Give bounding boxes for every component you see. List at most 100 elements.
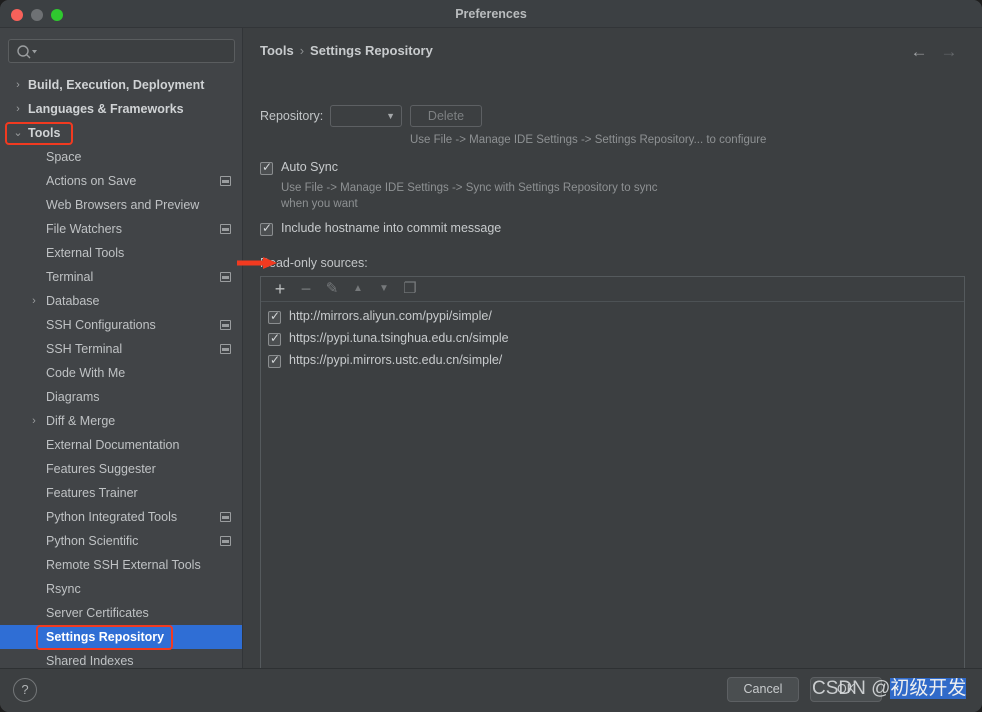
project-level-icon <box>220 536 231 546</box>
sidebar-item-label: Settings Repository <box>46 630 165 644</box>
settings-tree: › Build, Execution, Deployment › Languages … <box>0 73 242 668</box>
auto-sync-checkbox-row[interactable]: ✓ Auto Sync <box>260 160 660 178</box>
sidebar-item-remote-ssh-external-tools[interactable]: Remote SSH External Tools <box>0 553 242 577</box>
chevron-down-icon[interactable]: ⌄ <box>12 121 24 145</box>
source-checkbox[interactable]: ✓ <box>268 353 281 368</box>
sidebar-item-rsync[interactable]: Rsync <box>0 577 242 601</box>
sidebar-item-label: Server Certificates <box>46 606 149 620</box>
chevron-right-icon[interactable]: › <box>12 97 24 121</box>
sidebar-item-actions-on-save[interactable]: Actions on Save <box>0 169 242 193</box>
project-level-icon <box>220 176 231 186</box>
sidebar-item-server-certificates[interactable]: Server Certificates <box>0 601 242 625</box>
sidebar-item-features-suggester[interactable]: Features Suggester <box>0 457 242 481</box>
help-button[interactable]: ? <box>13 678 37 702</box>
sidebar-item-python-integrated-tools[interactable]: Python Integrated Tools <box>0 505 242 529</box>
sidebar-item-languages-frameworks[interactable]: › Languages & Frameworks <box>0 97 242 121</box>
project-level-icon <box>220 512 231 522</box>
sidebar-item-label: Terminal <box>46 270 94 284</box>
project-level-icon <box>220 272 231 282</box>
watermark: CSDN @初级开发 <box>812 673 967 700</box>
sidebar-item-diff-merge[interactable]: › Diff & Merge <box>0 409 242 433</box>
settings-detail-panel: Tools › Settings Repository ← → Repository… <box>244 28 982 681</box>
include-hostname-checkbox-row[interactable]: ✓ Include hostname into commit message <box>260 221 680 239</box>
auto-sync-hint: Use File -> Manage IDE Settings -> Sync … <box>281 182 658 210</box>
copy-button[interactable]: ❐ <box>397 277 423 301</box>
remove-button[interactable]: − <box>293 277 319 301</box>
source-checkbox[interactable]: ✓ <box>268 331 281 346</box>
check-icon: ✓ <box>270 331 281 345</box>
sidebar-item-database[interactable]: › Database <box>0 289 242 313</box>
sidebar-item-label: Database <box>46 294 100 308</box>
chevron-right-icon[interactable]: › <box>28 289 40 313</box>
search-input[interactable] <box>39 40 231 62</box>
auto-sync-checkbox[interactable]: ✓ <box>260 160 273 175</box>
sidebar-item-terminal[interactable]: Terminal <box>0 265 242 289</box>
settings-sidebar: › Build, Execution, Deployment › Languages … <box>0 28 243 668</box>
sidebar-item-web-browsers-and-preview[interactable]: Web Browsers and Preview <box>0 193 242 217</box>
read-only-sources-toolbar: + − ✎ ▲ ▼ ❐ <box>261 277 964 302</box>
sidebar-item-label: File Watchers <box>46 222 122 236</box>
check-icon: ✓ <box>262 160 273 174</box>
sidebar-item-settings-repository[interactable]: Settings Repository <box>0 625 242 649</box>
sidebar-item-label: Actions on Save <box>46 174 137 188</box>
breadcrumb-current: Settings Repository <box>310 43 433 58</box>
sidebar-item-label: Build, Execution, Deployment <box>28 78 205 92</box>
sidebar-item-label: Python Scientific <box>46 534 139 548</box>
search-icon <box>16 44 40 60</box>
delete-button[interactable]: Delete <box>410 105 482 127</box>
sidebar-item-space[interactable]: Space <box>0 145 242 169</box>
check-icon: ✓ <box>262 221 273 235</box>
include-hostname-checkbox[interactable]: ✓ <box>260 221 273 236</box>
edit-button[interactable]: ✎ <box>319 277 345 301</box>
sidebar-item-external-tools[interactable]: External Tools <box>0 241 242 265</box>
repository-select[interactable]: ▼ <box>330 105 402 127</box>
sidebar-item-ssh-terminal[interactable]: SSH Terminal <box>0 337 242 361</box>
project-level-icon <box>220 224 231 234</box>
sidebar-item-label: SSH Configurations <box>46 318 156 332</box>
navigation-arrows: ← → <box>908 42 966 62</box>
sidebar-item-ssh-configurations[interactable]: SSH Configurations <box>0 313 242 337</box>
sidebar-item-label: Code With Me <box>46 366 126 380</box>
sidebar-item-external-documentation[interactable]: External Documentation <box>0 433 242 457</box>
sidebar-item-features-trainer[interactable]: Features Trainer <box>0 481 242 505</box>
sidebar-item-label: External Documentation <box>46 438 180 452</box>
add-button[interactable]: + <box>267 277 293 301</box>
project-level-icon <box>220 344 231 354</box>
sidebar-item-code-with-me[interactable]: Code With Me <box>0 361 242 385</box>
sidebar-item-shared-indexes[interactable]: Shared Indexes <box>0 649 242 668</box>
source-checkbox[interactable]: ✓ <box>268 309 281 324</box>
source-url: https://pypi.tuna.tsinghua.edu.cn/simple <box>289 331 509 345</box>
sidebar-item-file-watchers[interactable]: File Watchers <box>0 217 242 241</box>
chevron-right-icon[interactable]: › <box>28 409 40 433</box>
breadcrumb: Tools › Settings Repository <box>260 43 433 58</box>
source-url: http://mirrors.aliyun.com/pypi/simple/ <box>289 309 492 323</box>
chevron-right-icon[interactable]: › <box>12 73 24 97</box>
breadcrumb-separator: › <box>299 43 305 58</box>
sidebar-item-label: Diagrams <box>46 390 100 404</box>
move-down-button[interactable]: ▼ <box>371 277 397 301</box>
check-icon: ✓ <box>270 353 281 367</box>
sidebar-item-python-scientific[interactable]: Python Scientific <box>0 529 242 553</box>
sidebar-item-tools[interactable]: ⌄ Tools <box>0 121 242 145</box>
check-icon: ✓ <box>270 309 281 323</box>
sidebar-item-label: Features Suggester <box>46 462 156 476</box>
sidebar-scrollbar[interactable] <box>238 28 242 668</box>
sidebar-item-diagrams[interactable]: Diagrams <box>0 385 242 409</box>
sidebar-item-label: Web Browsers and Preview <box>46 198 200 212</box>
search-box[interactable] <box>8 39 235 63</box>
sidebar-item-label: Features Trainer <box>46 486 138 500</box>
forward-arrow-icon[interactable]: → <box>938 42 960 62</box>
move-up-button[interactable]: ▲ <box>345 277 371 301</box>
repository-hint: Use File -> Manage IDE Settings -> Setti… <box>410 134 767 146</box>
breadcrumb-parent[interactable]: Tools <box>260 43 294 58</box>
sidebar-item-label: SSH Terminal <box>46 342 123 356</box>
sidebar-item-label: External Tools <box>46 246 125 260</box>
cancel-button[interactable]: Cancel <box>727 677 799 702</box>
sidebar-item-build-execution-deployment[interactable]: › Build, Execution, Deployment <box>0 73 242 97</box>
sidebar-item-label: Space <box>46 150 82 164</box>
preferences-window: Preferences › Build, Execution, Deploymen… <box>0 0 982 712</box>
sidebar-item-label: Diff & Merge <box>46 414 116 428</box>
window-title: Preferences <box>455 7 527 21</box>
back-arrow-icon[interactable]: ← <box>908 42 930 62</box>
title-bar: Preferences <box>0 0 982 28</box>
